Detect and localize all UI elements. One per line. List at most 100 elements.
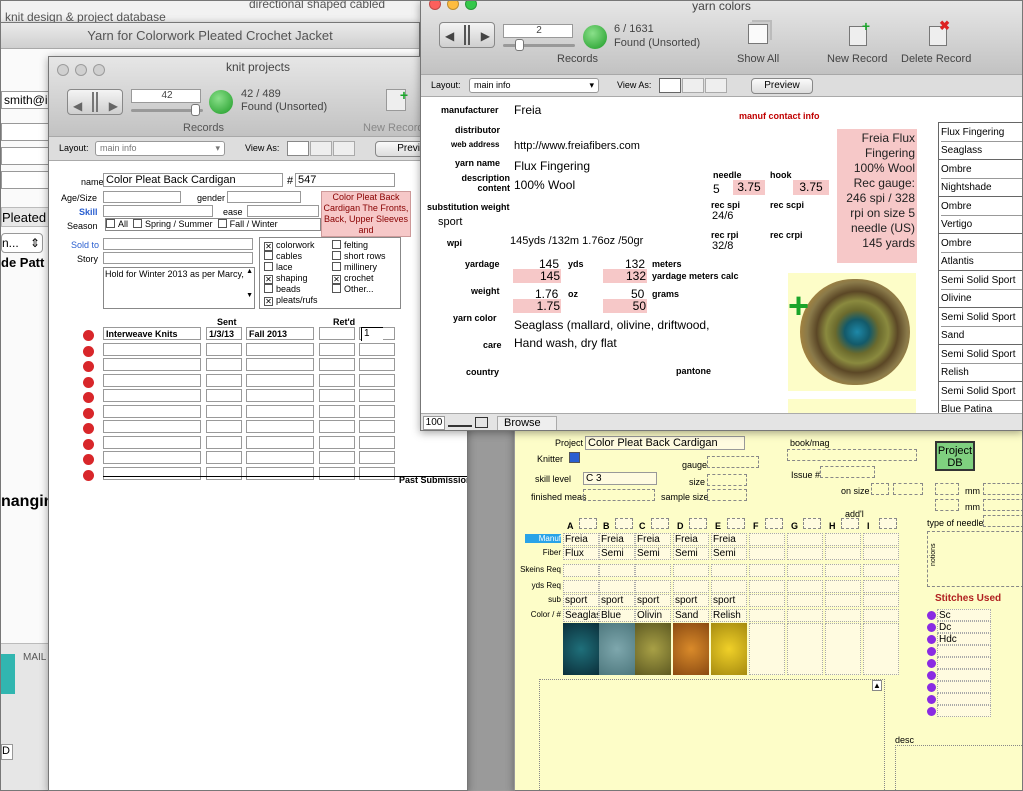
column-header-field[interactable]	[579, 518, 597, 529]
submission-cell[interactable]	[103, 451, 201, 464]
submission-cell[interactable]	[103, 358, 201, 371]
checked-box-icon[interactable]: ✕	[264, 275, 273, 284]
submission-cell[interactable]	[246, 404, 314, 418]
kp-notes-area[interactable]: Hold for Winter 2013 as per Marcy, ▲ ▼	[103, 267, 255, 309]
grid-cell[interactable]	[749, 609, 785, 622]
column-header-field[interactable]	[841, 518, 859, 529]
pdb-needle-type-field[interactable]	[983, 515, 1022, 527]
delete-row-icon[interactable]	[83, 454, 94, 465]
color-list-item[interactable]: Semi Solid Sport Relish	[938, 345, 1022, 382]
grid-cell[interactable]	[825, 594, 861, 607]
submission-cell[interactable]	[103, 373, 201, 387]
color-list-item[interactable]: Ombre Nightshade	[938, 160, 1022, 197]
yarn-name-value[interactable]: Flux Fingering	[514, 159, 590, 173]
pdb-finished-field[interactable]	[583, 489, 655, 501]
next-record-icon[interactable]: ▶	[481, 30, 490, 42]
submission-cell[interactable]: Fall 2013	[246, 327, 314, 340]
submission-cell[interactable]	[319, 404, 355, 418]
submission-cell[interactable]	[359, 342, 395, 356]
grid-cell[interactable]	[863, 564, 899, 577]
grid-cell[interactable]	[787, 564, 823, 577]
pdb-onsize-field1[interactable]	[871, 483, 889, 495]
needle-mm-value[interactable]: 3.75	[733, 180, 765, 195]
delete-row-icon[interactable]	[83, 345, 94, 357]
email-field[interactable]: smith@i	[1, 91, 51, 109]
pdb-onsize-field2[interactable]	[893, 483, 923, 495]
delete-row-icon[interactable]	[83, 376, 94, 388]
form-view-icon[interactable]	[659, 78, 681, 93]
submission-cell[interactable]	[206, 466, 242, 480]
prev-record-icon[interactable]: ◀	[445, 30, 454, 42]
tag-item[interactable]: lace	[264, 262, 318, 273]
stitch-field[interactable]	[937, 705, 991, 717]
zoom-icon[interactable]	[448, 419, 472, 427]
kp-slider-thumb[interactable]	[191, 104, 200, 116]
grid-cell[interactable]	[749, 564, 785, 577]
add-image-icon[interactable]: +	[788, 288, 809, 324]
submission-cell[interactable]	[246, 420, 314, 433]
submission-cell[interactable]	[246, 373, 314, 387]
grid-cell[interactable]	[599, 564, 635, 577]
color-list-item[interactable]: Flux Fingering Seaglass	[938, 123, 1022, 160]
submission-cell[interactable]	[319, 451, 355, 464]
stitch-field[interactable]: Sc	[937, 609, 991, 621]
column-header-field[interactable]	[615, 518, 633, 529]
grid-cell[interactable]	[787, 594, 823, 607]
submission-cell[interactable]	[103, 420, 201, 433]
jacket-field-3[interactable]	[1, 147, 51, 165]
new-record-icon[interactable]: +	[386, 87, 408, 111]
submission-cell[interactable]	[319, 466, 355, 480]
grid-cell[interactable]	[711, 564, 747, 577]
pdb-gauge-field[interactable]	[707, 456, 759, 468]
delete-record-button[interactable]: Delete Record	[901, 54, 971, 65]
stitch-field[interactable]	[937, 645, 991, 657]
rec-rpi-value[interactable]: 32/8	[712, 240, 733, 252]
tag-item[interactable]: ✕ crochet	[332, 273, 386, 284]
table-view-icon[interactable]	[705, 78, 727, 93]
submission-cell[interactable]: 1/3/13	[206, 327, 242, 340]
pdb-sample-field[interactable]	[707, 489, 747, 501]
submission-cell[interactable]	[246, 451, 314, 464]
list-view-icon[interactable]	[682, 78, 704, 93]
grid-cell[interactable]: sport	[711, 594, 747, 607]
season-fall[interactable]: Fall / Winter	[217, 219, 278, 229]
pdb-big-notes[interactable]: ▲	[539, 679, 885, 790]
grid-cell[interactable]	[825, 547, 861, 560]
checkbox-icon[interactable]	[264, 284, 273, 293]
submission-cell[interactable]	[359, 358, 395, 371]
kp-layout-select[interactable]: main info ▾	[95, 141, 225, 156]
description-value[interactable]: 100% Wool	[514, 178, 575, 192]
grid-cell[interactable]: Freia	[673, 533, 709, 546]
grid-cell[interactable]: sport	[673, 594, 709, 607]
delete-row-icon[interactable]	[83, 438, 94, 450]
tag-item[interactable]: Other...	[332, 284, 386, 295]
grid-cell[interactable]	[863, 609, 899, 622]
jacket-field-4[interactable]	[1, 171, 51, 189]
pdb-mm-field2b[interactable]	[983, 499, 1022, 511]
submission-cell[interactable]	[246, 342, 314, 356]
submission-cell[interactable]: Interweave Knits	[103, 327, 201, 340]
column-header-field[interactable]	[803, 518, 821, 529]
pdb-mm-field2[interactable]	[935, 499, 959, 511]
pdb-knitter-swatch[interactable]	[569, 452, 580, 463]
yc-slider-thumb[interactable]	[515, 39, 524, 51]
checked-box-icon[interactable]: ✕	[264, 297, 273, 306]
kp-number-field[interactable]: 547	[295, 173, 395, 187]
submission-cell[interactable]	[319, 342, 355, 356]
new-record-button[interactable]: New Record	[827, 54, 888, 65]
table-view-icon[interactable]	[333, 141, 355, 156]
yc-layout-select[interactable]: main info ▾	[469, 78, 599, 93]
zoom-icon[interactable]	[465, 1, 477, 10]
delete-row-icon[interactable]	[83, 407, 94, 419]
season-all[interactable]: All	[106, 219, 128, 229]
submission-cell[interactable]	[246, 466, 314, 480]
pdb-size-field[interactable]	[707, 474, 747, 486]
grid-cell[interactable]: Seaglass	[563, 609, 599, 622]
grid-cell[interactable]	[787, 547, 823, 560]
yc-preview-button[interactable]: Preview	[751, 78, 813, 94]
submission-cell[interactable]	[246, 358, 314, 371]
submission-cell[interactable]	[206, 373, 242, 387]
tag-item[interactable]: ✕ colorwork	[264, 240, 318, 251]
column-header-field[interactable]	[651, 518, 669, 529]
zoom-icon[interactable]	[93, 64, 105, 76]
